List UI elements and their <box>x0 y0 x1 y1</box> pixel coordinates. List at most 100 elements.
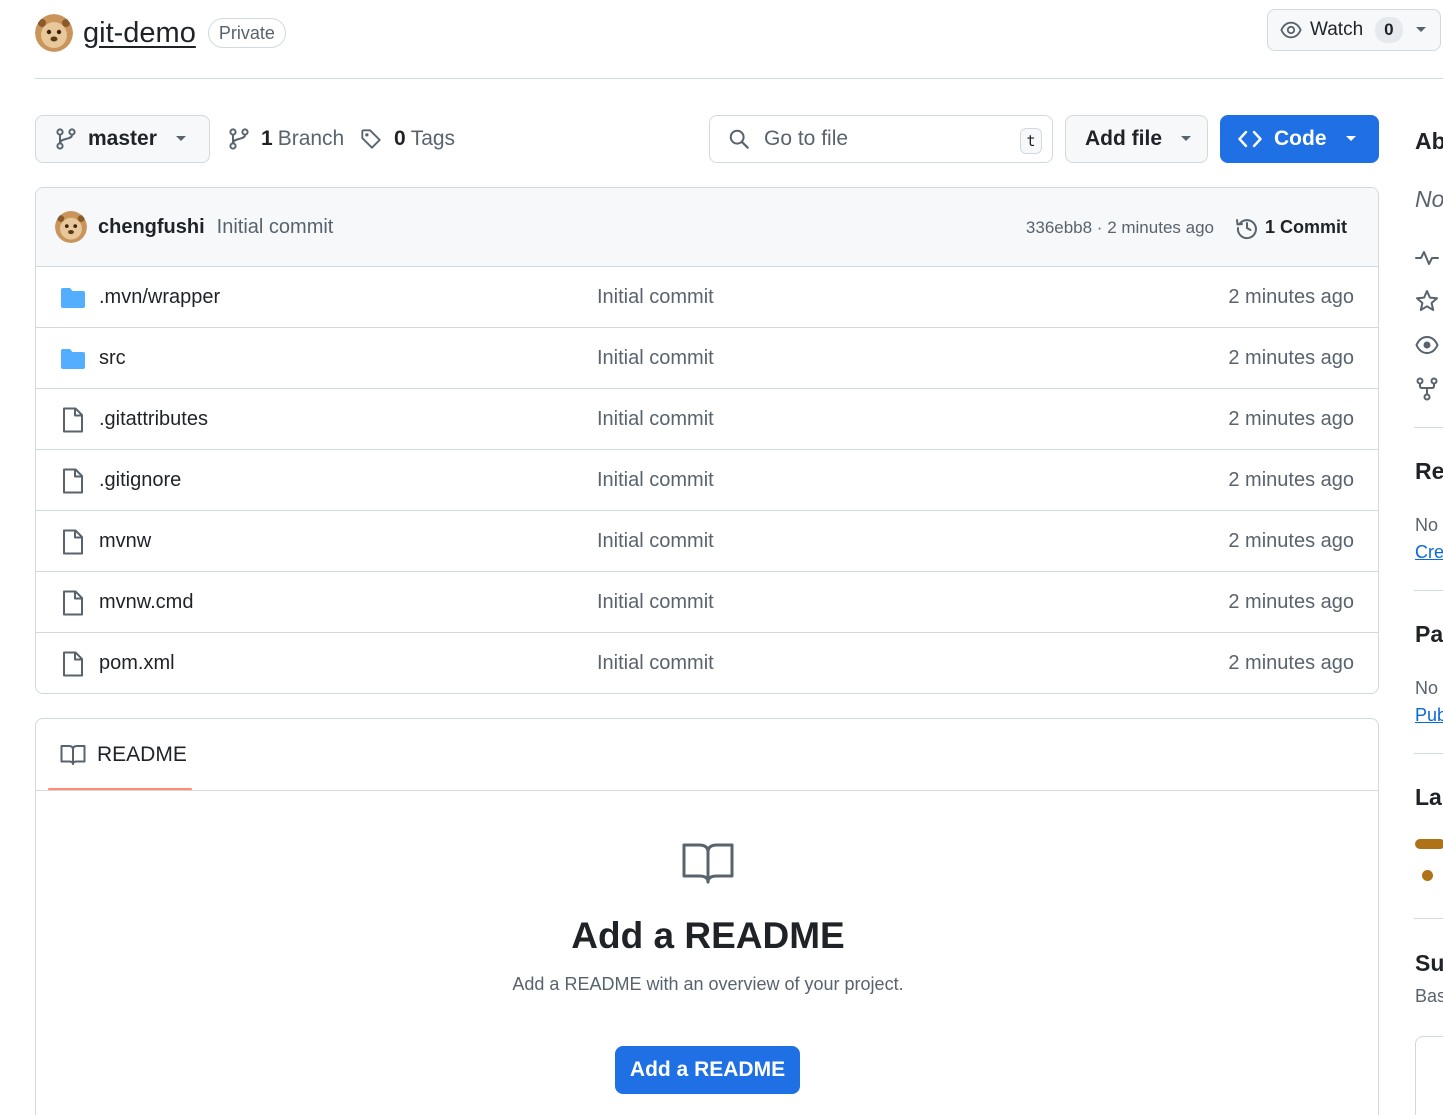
git-branch-icon <box>56 128 76 150</box>
sidebar-divider <box>1414 918 1443 919</box>
readme-panel: README Add a README Add a README with an… <box>35 718 1379 1115</box>
releases-heading: Re <box>1415 458 1443 484</box>
file-time: 2 minutes ago <box>1228 346 1354 369</box>
file-commit-link[interactable]: Initial commit <box>597 591 714 614</box>
readme-empty-title: Add a README <box>571 915 845 956</box>
chevron-down-icon <box>1181 136 1191 141</box>
book-icon <box>682 843 734 884</box>
add-file-label: Add file <box>1085 127 1162 150</box>
commit-count: 1 <box>1264 217 1275 237</box>
repo-header: git-demo Private <box>35 10 286 56</box>
keyboard-shortcut-hint: t <box>1020 128 1042 154</box>
suggested-heading: Su <box>1415 950 1443 976</box>
watch-count: 0 <box>1375 17 1403 43</box>
sidebar-divider <box>1414 753 1443 754</box>
chevron-down-icon <box>1345 136 1356 141</box>
otter-avatar-icon <box>55 211 87 243</box>
watch-button[interactable]: Watch 0 <box>1267 9 1441 51</box>
file-commit-link[interactable]: Initial commit <box>597 652 714 675</box>
pulse-icon[interactable] <box>1415 246 1439 270</box>
languages-heading: La <box>1415 784 1442 810</box>
eye-icon[interactable] <box>1415 333 1439 357</box>
file-commit-link[interactable]: Initial commit <box>597 286 714 309</box>
readme-divider <box>36 790 1378 791</box>
owner-avatar[interactable] <box>35 14 73 52</box>
chevron-down-icon <box>1415 27 1426 32</box>
file-icon <box>63 468 83 494</box>
file-name-link[interactable]: .gitignore <box>99 469 181 492</box>
file-row[interactable]: mvnw Initial commit 2 minutes ago <box>36 511 1378 572</box>
add-readme-button[interactable]: Add a README <box>615 1046 800 1094</box>
repo-name-link[interactable]: git-demo <box>83 17 196 50</box>
fork-icon[interactable] <box>1415 377 1439 401</box>
file-row[interactable]: .gitignore Initial commit 2 minutes ago <box>36 450 1378 511</box>
file-row[interactable]: mvnw.cmd Initial commit 2 minutes ago <box>36 572 1378 633</box>
file-name-link[interactable]: .gitattributes <box>99 408 208 431</box>
commit-history-link[interactable]: 1 Commit <box>1235 188 1347 267</box>
file-name-link[interactable]: pom.xml <box>99 652 175 675</box>
go-to-file-input[interactable] <box>762 126 1002 152</box>
about-description: No <box>1415 186 1443 212</box>
file-row[interactable]: pom.xml Initial commit 2 minutes ago <box>36 633 1378 693</box>
git-branch-icon <box>229 128 249 150</box>
packages-empty-text: No <box>1415 678 1439 698</box>
packages-heading: Pa <box>1415 621 1443 647</box>
history-icon <box>1235 218 1257 239</box>
readme-empty-description: Add a README with an overview of your pr… <box>512 974 904 994</box>
tag-icon <box>361 129 381 149</box>
suggested-text: Bas <box>1415 986 1443 1006</box>
tags-link[interactable]: 0 Tags <box>360 115 455 163</box>
commit-author-link[interactable]: chengfushi <box>98 216 205 239</box>
repo-sidebar: Ab No Re No Cre Pa No Pub La Su Bas <box>1414 100 1443 1115</box>
releases-empty-text: No <box>1415 515 1439 535</box>
file-commit-link[interactable]: Initial commit <box>597 347 714 370</box>
language-dot <box>1422 870 1433 881</box>
folder-icon <box>61 349 85 369</box>
file-time: 2 minutes ago <box>1228 407 1354 430</box>
latest-commit-bar: chengfushi Initial commit 336ebb8 · 2 mi… <box>36 188 1378 267</box>
commit-hash-time[interactable]: 336ebb8 · 2 minutes ago <box>1026 188 1214 267</box>
suggested-workflow-card[interactable] <box>1415 1036 1443 1115</box>
file-time: 2 minutes ago <box>1228 529 1354 552</box>
search-icon <box>729 129 749 149</box>
publish-package-link[interactable]: Pub <box>1415 705 1443 726</box>
file-row[interactable]: .mvn/wrapper Initial commit 2 minutes ag… <box>36 267 1378 328</box>
folder-icon <box>61 288 85 308</box>
file-row[interactable]: src Initial commit 2 minutes ago <box>36 328 1378 389</box>
commit-author-avatar[interactable] <box>55 211 87 243</box>
commit-count-label: Commit <box>1280 217 1347 237</box>
file-commit-link[interactable]: Initial commit <box>597 408 714 431</box>
file-commit-link[interactable]: Initial commit <box>597 530 714 553</box>
file-name-link[interactable]: mvnw <box>99 530 151 553</box>
branch-count: 1 <box>261 127 273 150</box>
code-icon <box>1238 130 1262 148</box>
branch-label: Branch <box>277 127 345 150</box>
file-browser: chengfushi Initial commit 336ebb8 · 2 mi… <box>35 187 1379 694</box>
file-time: 2 minutes ago <box>1228 468 1354 491</box>
repo-page: git-demo Private Watch 0 master 1 Branch… <box>0 0 1443 1115</box>
tag-count: 0 <box>394 127 406 150</box>
file-commit-link[interactable]: Initial commit <box>597 469 714 492</box>
otter-avatar-icon <box>35 14 73 52</box>
sidebar-divider <box>1414 590 1443 591</box>
branch-selector[interactable]: master <box>35 115 210 163</box>
readme-tab-label: README <box>97 742 187 766</box>
commit-message-link[interactable]: Initial commit <box>217 216 334 239</box>
book-icon <box>60 744 86 765</box>
file-time: 2 minutes ago <box>1228 285 1354 308</box>
visibility-badge: Private <box>207 18 286 48</box>
file-name-link[interactable]: src <box>99 347 126 370</box>
star-icon[interactable] <box>1415 289 1439 313</box>
file-name-link[interactable]: .mvn/wrapper <box>99 286 220 309</box>
file-icon <box>63 529 83 555</box>
file-name-link[interactable]: mvnw.cmd <box>99 591 193 614</box>
go-to-file-search[interactable]: t <box>709 115 1053 163</box>
chevron-down-icon <box>175 136 186 141</box>
create-release-link[interactable]: Cre <box>1415 542 1443 563</box>
file-row[interactable]: .gitattributes Initial commit 2 minutes … <box>36 389 1378 450</box>
add-file-button[interactable]: Add file <box>1065 115 1208 163</box>
branches-link[interactable]: 1 Branch <box>229 115 344 163</box>
code-button[interactable]: Code <box>1220 115 1379 163</box>
header-divider <box>35 78 1443 79</box>
tab-readme[interactable]: README <box>48 719 192 790</box>
